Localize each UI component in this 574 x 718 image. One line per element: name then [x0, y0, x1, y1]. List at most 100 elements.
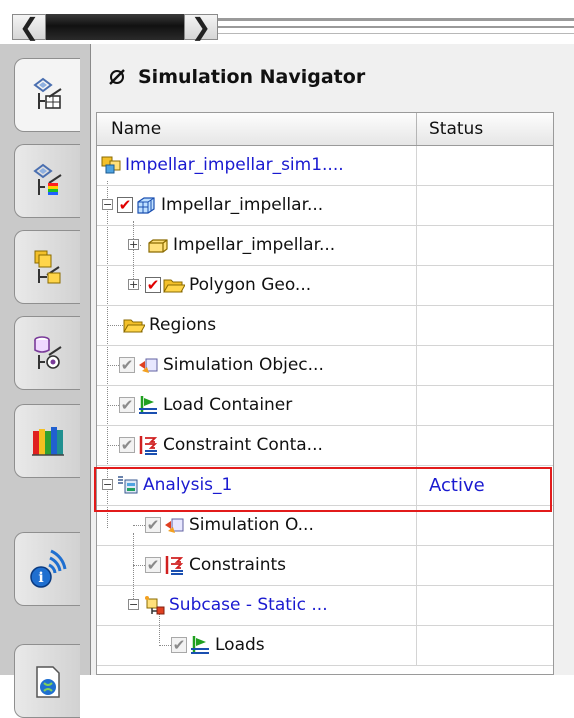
scroll-track[interactable] — [46, 14, 184, 40]
collapse-toggle[interactable]: − — [128, 599, 139, 610]
scroll-left-button[interactable]: ❮ — [12, 13, 46, 41]
web-browser-tab[interactable] — [14, 644, 80, 718]
visibility-checkbox[interactable]: ✔ — [145, 557, 161, 573]
tree-row-label: Impellar_impellar_sim1.... — [125, 155, 344, 175]
tree-row-status — [417, 386, 553, 425]
tree-row-fem[interactable]: − ✔ Impellar_impellar... — [97, 186, 553, 226]
tree-row-status — [417, 146, 553, 185]
visibility-checkbox[interactable]: ✔ — [119, 437, 135, 453]
simulation-object-icon — [139, 358, 158, 373]
tree-row-label: Load Container — [163, 395, 293, 415]
expand-toggle[interactable]: + — [128, 239, 139, 250]
tree-row-polygon-geometry[interactable]: + ✔ Polygon Geo... — [97, 266, 553, 306]
toolbar-divider — [218, 18, 574, 21]
tree-connector — [133, 565, 145, 566]
tree-row-status — [417, 306, 553, 345]
tree-connector — [107, 325, 123, 326]
toolbar-divider — [218, 33, 574, 34]
tree-row-label: Constraints — [189, 555, 286, 575]
chevron-left-icon: ❮ — [18, 13, 40, 41]
visibility-checkbox[interactable]: ✔ — [171, 637, 187, 653]
tree-connector — [107, 365, 119, 366]
constraint-navigator-tab[interactable] — [14, 316, 80, 390]
tree-row-label: Simulation Objec... — [163, 355, 324, 375]
solution-icon — [118, 476, 138, 494]
tree-row-label: Impellar_impellar... — [173, 235, 336, 255]
load-icon — [191, 636, 209, 654]
svg-text:i: i — [38, 570, 43, 586]
visibility-checkbox[interactable]: ✔ — [119, 357, 135, 373]
tree-row-label: Analysis_1 — [143, 475, 233, 495]
status-column-header[interactable]: Status — [417, 113, 553, 145]
tree-row-simulation-objects[interactable]: ✔ Simulation Objec... — [97, 346, 553, 386]
visibility-checkbox[interactable]: ✔ — [119, 397, 135, 413]
navigator-icon — [109, 69, 125, 85]
tree-row-load-container[interactable]: ✔ Load Container — [97, 386, 553, 426]
visibility-checkbox[interactable]: ✔ — [145, 517, 161, 533]
assembly-navigator-tab-icon — [34, 250, 60, 284]
tree-row-sim-file[interactable]: Impellar_impellar_sim1.... — [97, 146, 553, 186]
tree-row-status — [417, 586, 553, 625]
tree-row-constraint-container[interactable]: ✔ Constraint Conta... — [97, 426, 553, 466]
assembly-navigator-tab[interactable] — [14, 230, 80, 304]
tree-row-constraints[interactable]: ✔ Constraints — [97, 546, 553, 586]
tree-row-label: Constraint Conta... — [163, 435, 323, 455]
visibility-checkbox[interactable]: ✔ — [117, 197, 133, 213]
roles-tab[interactable]: i — [14, 532, 80, 606]
navigator-title: Simulation Navigator — [138, 66, 366, 88]
tree-row-part[interactable]: + Impellar_impellar... — [97, 226, 553, 266]
collapse-toggle[interactable]: − — [102, 479, 113, 490]
constraint-icon — [165, 556, 184, 575]
simulation-navigator-tab[interactable] — [14, 58, 80, 132]
reuse-library-tab[interactable] — [14, 404, 80, 478]
tree-row-label: Polygon Geo... — [189, 275, 312, 295]
tree-connector — [107, 445, 119, 446]
tree-row-status — [417, 226, 553, 265]
tree-row-label: Simulation O... — [189, 515, 314, 535]
tree-row-label: Impellar_impellar... — [161, 195, 324, 215]
roles-tab-icon: i — [29, 549, 66, 588]
toolbar-divider — [218, 26, 574, 28]
tree-connector — [107, 405, 119, 406]
resource-bar: i — [0, 44, 90, 718]
tree-row-subcase[interactable]: − Subcase - Static ... — [97, 586, 553, 626]
tree-row-status — [417, 546, 553, 585]
tree-row-label: Subcase - Static ... — [169, 595, 328, 615]
tree-row-status — [417, 346, 553, 385]
tree-header: Name Status — [97, 113, 553, 146]
constraint-icon — [139, 436, 158, 455]
reuse-library-tab-icon — [31, 427, 64, 456]
expand-toggle[interactable]: + — [128, 279, 139, 290]
folder-icon — [163, 279, 185, 293]
simulation-navigator-tab-icon — [32, 77, 62, 109]
tree-row-label: Regions — [149, 315, 217, 335]
subcase-icon — [145, 596, 165, 615]
tree-connector — [159, 645, 171, 646]
navigator-header: Simulation Navigator — [108, 64, 365, 90]
constraint-navigator-tab-icon — [33, 336, 62, 369]
top-scroll-bar: ❮ ❯ — [0, 0, 574, 44]
folder-icon — [123, 319, 145, 333]
tree-row-status — [417, 426, 553, 465]
scroll-right-button[interactable]: ❯ — [184, 13, 218, 41]
tree-row-regions[interactable]: Regions — [97, 306, 553, 346]
tree-row-loads[interactable]: ✔ Loads — [97, 626, 553, 666]
tree-row-status: Active — [429, 475, 485, 496]
post-processing-navigator-tab-icon — [32, 163, 62, 195]
collapse-toggle[interactable]: − — [102, 199, 113, 210]
simfile-icon — [101, 156, 121, 174]
tree-row-label: Loads — [215, 635, 265, 655]
navigator-tree[interactable]: Name Status Impellar_impellar_sim1.... −… — [96, 112, 554, 675]
post-processing-navigator-tab[interactable] — [14, 144, 80, 218]
load-icon — [139, 396, 157, 414]
chevron-right-icon: ❯ — [190, 13, 212, 41]
tree-row-simulation-objects-2[interactable]: ✔ Simulation O... — [97, 506, 553, 546]
simulation-object-icon — [165, 518, 184, 533]
part-icon — [148, 239, 168, 253]
tree-row-status — [417, 626, 553, 665]
visibility-checkbox[interactable]: ✔ — [145, 277, 161, 293]
tree-row-status — [417, 506, 553, 545]
name-column-header[interactable]: Name — [97, 113, 417, 145]
tree-row-analysis[interactable]: − Analysis_1 Active — [97, 466, 553, 506]
tree-connector — [133, 525, 145, 526]
